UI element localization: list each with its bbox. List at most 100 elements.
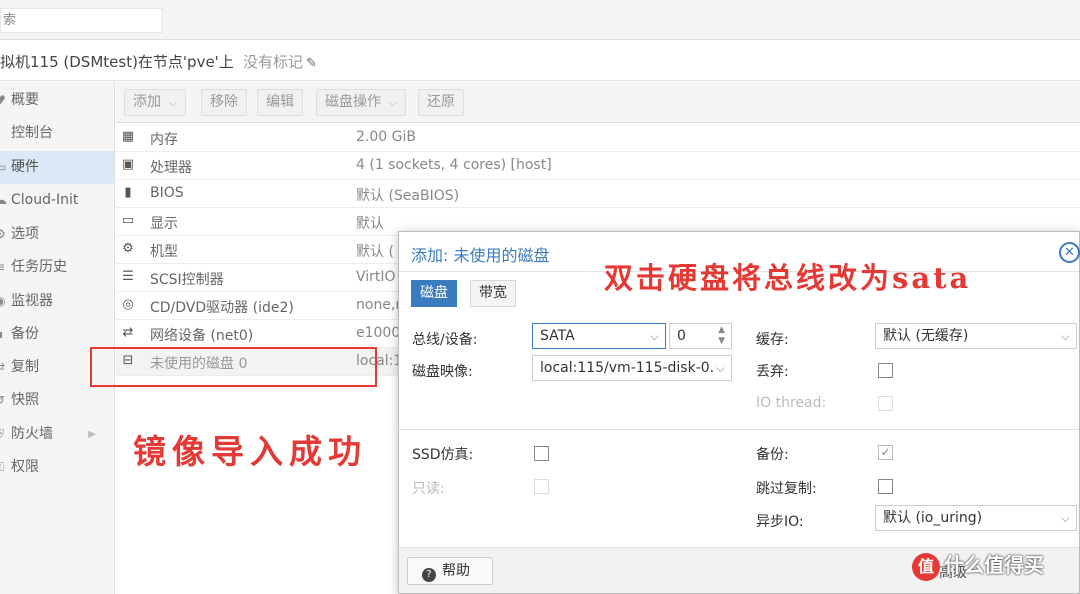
- cache-value: 默认 (无缓存): [883, 328, 969, 344]
- machine-icon: ⚙: [122, 241, 134, 256]
- image-select[interactable]: local:115/vm-115-disk-0. ⌵: [532, 355, 732, 381]
- add-button[interactable]: 添加 ⌵: [124, 89, 186, 116]
- revert-button[interactable]: 还原: [418, 89, 464, 116]
- tab-disk[interactable]: 磁盘: [411, 280, 457, 307]
- network-icon: ⇄: [122, 325, 134, 340]
- vm-title: 拟机115 (DSMtest)在节点'pve'上: [0, 53, 234, 71]
- dialog-separator: [399, 429, 1079, 430]
- row-name: CD/DVD驱动器 (ide2): [150, 300, 294, 316]
- image-value: local:115/vm-115-disk-0.: [540, 360, 715, 376]
- hardware-row-bios[interactable]: ▮ BIOS 默认 (SeaBIOS): [116, 180, 1080, 208]
- highlight-box: [90, 347, 377, 387]
- check-icon: ✓: [880, 445, 891, 459]
- chevron-right-icon[interactable]: ▶: [88, 418, 96, 451]
- readonly-checkbox[interactable]: [534, 479, 549, 494]
- nav-item-label: 控制台: [11, 125, 53, 141]
- iothread-label: IO thread:: [756, 395, 827, 411]
- cloud-icon: ☁: [0, 193, 7, 207]
- nav-item-label: 权限: [11, 459, 39, 475]
- nav-item-label: Cloud-Init: [11, 192, 79, 208]
- question-icon: ?: [422, 568, 436, 582]
- nav-item-label: 任务历史: [11, 259, 67, 275]
- tag-area[interactable]: 没有标记 ✎: [243, 51, 317, 72]
- spinner-arrows-icon[interactable]: ▲ ▼: [718, 325, 725, 347]
- gear-icon: ⚙: [0, 227, 6, 241]
- eye-icon: ◉: [0, 294, 6, 308]
- shield-icon: ⛨: [0, 418, 4, 451]
- disk-action-button-label: 磁盘操作: [325, 94, 381, 110]
- nav-item-label: 备份: [11, 326, 39, 342]
- chevron-down-icon: ⌵: [169, 98, 177, 109]
- revert-button-label: 还原: [427, 94, 455, 110]
- watermark-text: 什么值得买: [944, 553, 1044, 577]
- row-name: 网络设备 (net0): [150, 328, 254, 344]
- discard-label: 丢弃:: [756, 364, 789, 380]
- skip-replication-checkbox[interactable]: [878, 479, 893, 494]
- dialog-title: 添加: 未使用的磁盘: [411, 246, 550, 265]
- nav-item-permissions[interactable]: ⚿ 权限: [0, 451, 114, 484]
- cache-select[interactable]: 默认 (无缓存) ⌵: [875, 323, 1077, 349]
- device-number-value: 0: [677, 328, 686, 344]
- hardware-row-cpu[interactable]: ▣ 处理器 4 (1 sockets, 4 cores) [host]: [116, 152, 1080, 180]
- nav-item-task-history[interactable]: ≡ 任务历史: [0, 251, 114, 284]
- nav-item-console[interactable]: ›控制台: [0, 117, 114, 150]
- device-number-stepper[interactable]: 0 ▲ ▼: [669, 323, 732, 349]
- nav-item-snapshots[interactable]: ↺ 快照: [0, 384, 114, 417]
- iothread-checkbox[interactable]: [878, 396, 893, 411]
- bios-icon: ▮: [124, 185, 132, 200]
- row-name: 处理器: [150, 160, 192, 176]
- row-value: e1000: [356, 325, 401, 341]
- readonly-label: 只读:: [412, 481, 445, 497]
- watermark-logo: 值: [912, 552, 940, 581]
- nav-item-hardware[interactable]: ▭ 硬件: [0, 151, 114, 184]
- nav-item-monitor[interactable]: ◉ 监视器: [0, 285, 114, 318]
- history-icon: ↺: [0, 393, 6, 407]
- close-icon[interactable]: ✕: [1059, 242, 1080, 263]
- backup-label: 备份:: [756, 447, 789, 463]
- ssd-checkbox[interactable]: [534, 446, 549, 461]
- desktop-icon: ▭: [0, 160, 7, 174]
- row-value: 2.00 GiB: [356, 129, 416, 145]
- chevron-down-icon: ⌵: [389, 98, 397, 109]
- nav-item-firewall[interactable]: ⛨ 防火墙 ▶: [0, 418, 114, 451]
- add-button-label: 添加: [133, 94, 161, 110]
- summary-icon: ♥: [0, 93, 6, 107]
- nav-item-label: 监视器: [11, 293, 53, 309]
- remove-button[interactable]: 移除: [201, 89, 247, 116]
- help-button[interactable]: ? 帮助: [407, 557, 493, 585]
- import-success-annotation: 镜像导入成功: [133, 432, 367, 471]
- row-name: BIOS: [150, 185, 184, 201]
- row-value: 默认 (SeaBIOS): [356, 188, 460, 204]
- chevron-down-icon: ⌵: [1060, 511, 1070, 525]
- search-input[interactable]: 索: [0, 8, 163, 33]
- bus-value: SATA: [540, 328, 575, 344]
- remove-button-label: 移除: [210, 94, 238, 110]
- nav-item-label: 选项: [11, 226, 39, 242]
- bus-select[interactable]: SATA ⌵: [532, 323, 666, 349]
- database-icon: ☰: [122, 269, 134, 284]
- nav-item-summary[interactable]: ♥ 概要: [0, 84, 114, 117]
- pencil-icon[interactable]: ✎: [306, 56, 317, 71]
- tab-bandwidth[interactable]: 带宽: [470, 280, 516, 307]
- floppy-icon: ▪: [0, 318, 3, 351]
- chevron-down-icon: ⌵: [649, 329, 659, 343]
- row-name: SCSI控制器: [150, 272, 224, 288]
- nav-item-label: 复制: [11, 359, 39, 375]
- nav-item-label: 概要: [11, 92, 39, 108]
- row-name: 机型: [150, 244, 178, 260]
- discard-checkbox[interactable]: [878, 363, 893, 378]
- async-io-select[interactable]: 默认 (io_uring) ⌵: [875, 505, 1077, 531]
- row-value: VirtIO: [356, 269, 396, 285]
- hardware-toolbar: 添加 ⌵ 移除 编辑 磁盘操作 ⌵ 还原: [116, 82, 1080, 123]
- backup-checkbox[interactable]: ✓: [878, 445, 893, 460]
- chevron-down-icon: ⌵: [1060, 329, 1070, 343]
- hardware-row-memory[interactable]: ▦ 内存 2.00 GiB: [116, 124, 1080, 152]
- chevron-down-icon: ⌵: [715, 361, 725, 375]
- edit-button[interactable]: 编辑: [257, 89, 303, 116]
- row-name: 内存: [150, 132, 178, 148]
- cpu-icon: ▣: [121, 157, 135, 172]
- nav-item-label: 硬件: [11, 159, 39, 175]
- nav-item-options[interactable]: ⚙ 选项: [0, 218, 114, 251]
- disk-action-button[interactable]: 磁盘操作 ⌵: [316, 89, 406, 116]
- nav-item-cloud-init[interactable]: ☁ Cloud-Init: [0, 184, 114, 217]
